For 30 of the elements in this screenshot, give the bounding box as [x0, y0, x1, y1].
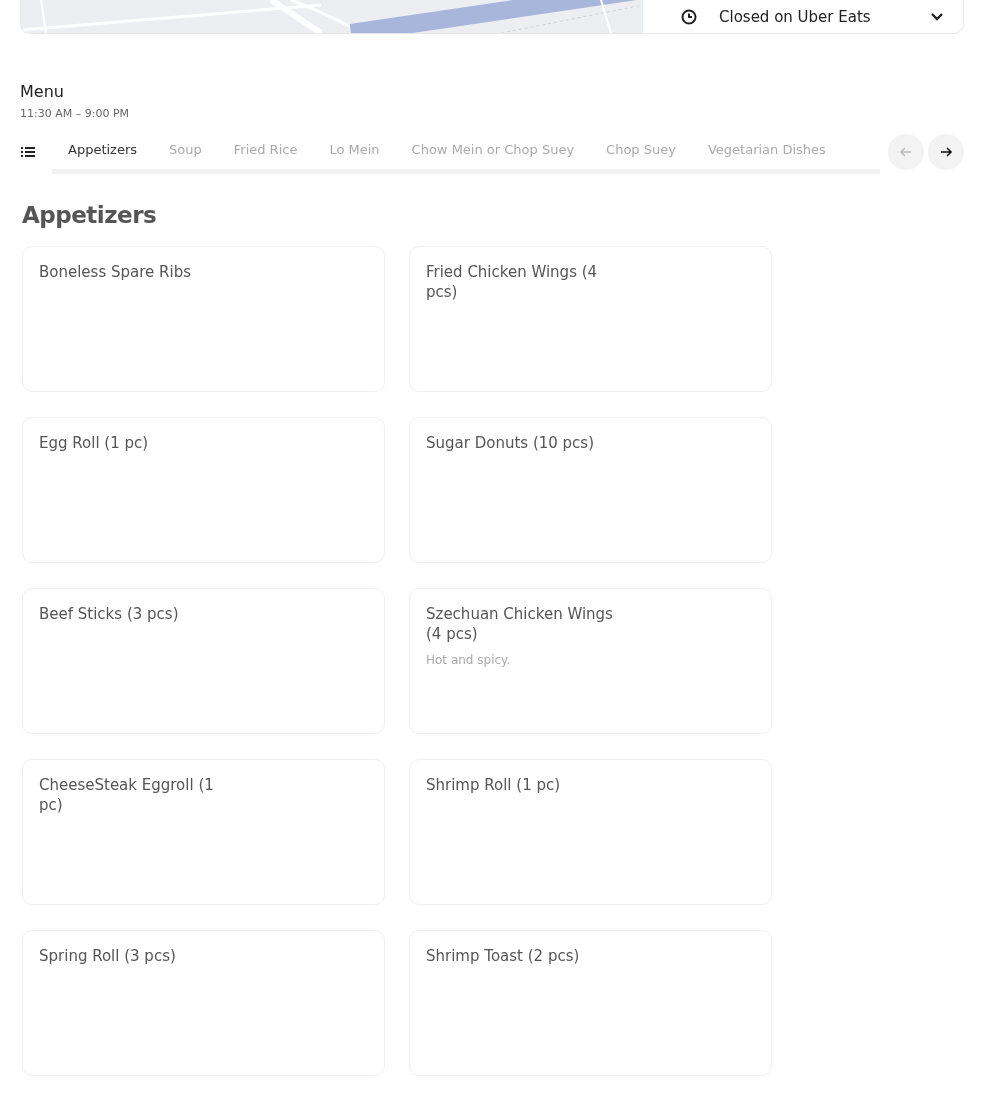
- item-name: Beef Sticks (3 pcs): [39, 604, 180, 624]
- menu-item-card[interactable]: Beef Sticks (3 pcs): [22, 588, 385, 734]
- menu-item-card[interactable]: Boneless Spare Ribs: [22, 246, 385, 392]
- item-name: Shrimp Roll (1 pc): [426, 775, 562, 795]
- menu-item-card[interactable]: Fried Chicken Wings (4 pcs): [409, 246, 772, 392]
- menu-item-card[interactable]: Shrimp Toast (2 pcs): [409, 930, 772, 1076]
- menu-item-card[interactable]: Egg Roll (1 pc): [22, 417, 385, 563]
- menu-item-card[interactable]: Sugar Donuts (10 pcs): [409, 417, 772, 563]
- item-description: Hot and spicy.: [426, 653, 512, 667]
- list-icon[interactable]: [20, 144, 36, 160]
- scroll-right-button[interactable]: [928, 134, 964, 170]
- item-name: Egg Roll (1 pc): [39, 433, 150, 453]
- menu-title: Menu: [20, 82, 65, 101]
- item-name: Shrimp Toast (2 pcs): [426, 946, 581, 966]
- item-name: Fried Chicken Wings (4 pcs): [426, 262, 599, 302]
- menu-hours: 11:30 AM – 9:00 PM: [20, 107, 131, 120]
- item-name: Sugar Donuts (10 pcs): [426, 433, 596, 453]
- item-name: Szechuan Chicken Wings (4 pcs): [426, 604, 614, 644]
- item-name: Spring Roll (3 pcs): [39, 946, 177, 966]
- store-status: Closed on Uber Eats: [719, 7, 872, 26]
- item-name: Boneless Spare Ribs: [39, 262, 192, 282]
- menu-item-card[interactable]: Szechuan Chicken Wings (4 pcs) Hot and spicy.: [409, 588, 772, 734]
- menu-item-card[interactable]: Shrimp Roll (1 pc): [409, 759, 772, 905]
- item-name: CheeseSteak Eggroll (1 pc): [39, 775, 215, 815]
- category-tab[interactable]: Appetizers: [52, 130, 154, 169]
- menu-item-card[interactable]: CheeseSteak Eggroll (1 pc): [22, 759, 385, 905]
- clock-icon: [681, 8, 697, 25]
- section-title: Appetizers: [22, 202, 158, 228]
- chevron-down-icon[interactable]: [931, 12, 943, 21]
- menu-item-card[interactable]: Spring Roll (3 pcs): [22, 930, 385, 1076]
